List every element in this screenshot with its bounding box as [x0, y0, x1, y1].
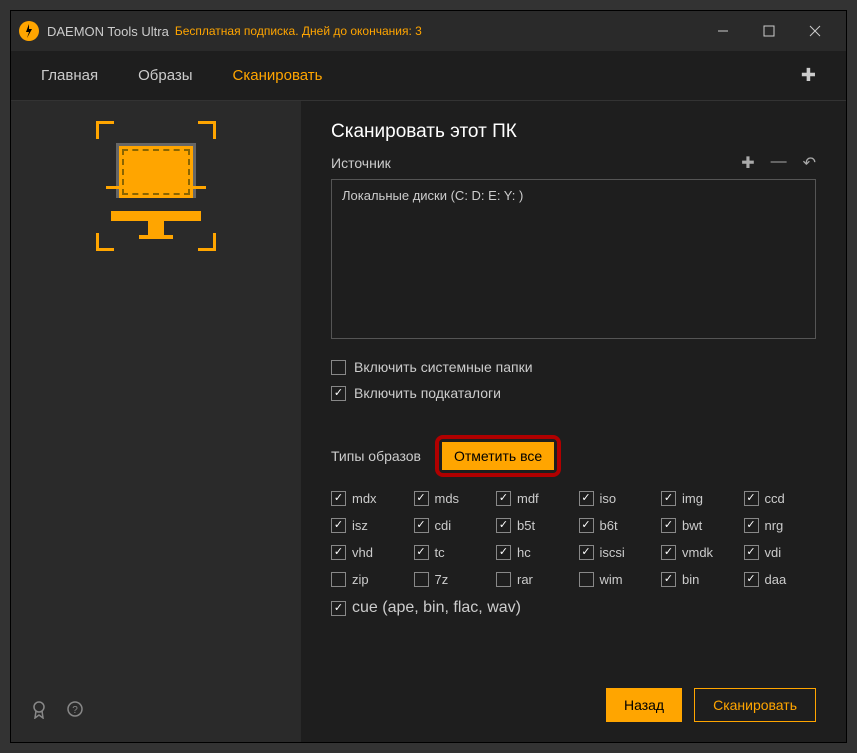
checkbox-7z[interactable] [414, 572, 429, 587]
source-item[interactable]: Локальные диски (C: D: E: Y: ) [342, 188, 805, 203]
type-vhd: vhd [331, 545, 404, 560]
checkbox-ccd[interactable] [744, 491, 759, 506]
undo-source-icon[interactable]: ↶ [803, 153, 816, 173]
include-subdirs-label: Включить подкаталоги [354, 385, 501, 401]
type-bwt: bwt [661, 518, 734, 533]
type-b6t: b6t [579, 518, 652, 533]
type-cdi: cdi [414, 518, 487, 533]
app-logo-icon [19, 21, 39, 41]
type-iso: iso [579, 491, 652, 506]
types-label: Типы образов [331, 448, 421, 464]
sidebar-footer: ? [11, 683, 301, 742]
checkbox-zip[interactable] [331, 572, 346, 587]
checkbox-bwt[interactable] [661, 518, 676, 533]
minimize-button[interactable] [700, 11, 746, 51]
types-header: Типы образов Отметить все [331, 435, 816, 477]
svg-text:?: ? [72, 705, 78, 716]
type-wim: wim [579, 572, 652, 587]
type-tc: tc [414, 545, 487, 560]
scan-pc-icon [76, 121, 236, 251]
remove-source-icon[interactable]: — [771, 153, 787, 173]
source-label: Источник [331, 155, 391, 171]
type-rar: rar [496, 572, 569, 587]
checkbox-isz[interactable] [331, 518, 346, 533]
back-button[interactable]: Назад [606, 688, 682, 722]
window-controls [700, 11, 838, 51]
checkbox-daa[interactable] [744, 572, 759, 587]
type-img: img [661, 491, 734, 506]
include-subdirs-checkbox[interactable] [331, 386, 346, 401]
checkbox-b5t[interactable] [496, 518, 511, 533]
tab-bar: Главная Образы Сканировать ✚ [11, 51, 846, 101]
checkbox-mdx[interactable] [331, 491, 346, 506]
page-title: Сканировать этот ПК [331, 121, 816, 143]
footer-actions: Назад Сканировать [331, 668, 816, 722]
type-7z: 7z [414, 572, 487, 587]
checkbox-mdf[interactable] [496, 491, 511, 506]
checkbox-rar[interactable] [496, 572, 511, 587]
checkbox-nrg[interactable] [744, 518, 759, 533]
tab-main[interactable]: Главная [41, 53, 98, 98]
type-hc: hc [496, 545, 569, 560]
type-isz: isz [331, 518, 404, 533]
add-tab-button[interactable]: ✚ [801, 65, 816, 86]
type-zip: zip [331, 572, 404, 587]
subscription-text: Бесплатная подписка. Дней до окончания: … [175, 24, 422, 38]
type-iscsi: iscsi [579, 545, 652, 560]
mark-all-button[interactable]: Отметить все [442, 442, 554, 470]
checkbox-vdi[interactable] [744, 545, 759, 560]
titlebar: DAEMON Tools Ultra Бесплатная подписка. … [11, 11, 846, 51]
checkbox-hc[interactable] [496, 545, 511, 560]
type-vmdk: vmdk [661, 545, 734, 560]
checkbox-cue[interactable] [331, 601, 346, 616]
source-actions: ✚ — ↶ [741, 153, 816, 173]
checkbox-mds[interactable] [414, 491, 429, 506]
body: ? Сканировать этот ПК Источник ✚ — ↶ Лок… [11, 101, 846, 742]
checkbox-vmdk[interactable] [661, 545, 676, 560]
app-window: DAEMON Tools Ultra Бесплатная подписка. … [10, 10, 847, 743]
cue-label: cue (ape, bin, flac, wav) [352, 599, 521, 617]
mark-all-highlight: Отметить все [435, 435, 561, 477]
sidebar: ? [11, 101, 301, 742]
checkbox-vhd[interactable] [331, 545, 346, 560]
tab-images[interactable]: Образы [138, 53, 192, 98]
types-grid: mdx mds mdf iso img ccd isz cdi b5t b6t … [331, 491, 816, 587]
app-title: DAEMON Tools Ultra [47, 24, 169, 39]
type-ccd: ccd [744, 491, 817, 506]
checkbox-iscsi[interactable] [579, 545, 594, 560]
type-mds: mds [414, 491, 487, 506]
type-mdf: mdf [496, 491, 569, 506]
tab-scan[interactable]: Сканировать [233, 53, 323, 98]
maximize-button[interactable] [746, 11, 792, 51]
type-nrg: nrg [744, 518, 817, 533]
source-list[interactable]: Локальные диски (C: D: E: Y: ) [331, 179, 816, 339]
type-b5t: b5t [496, 518, 569, 533]
badge-icon[interactable] [31, 701, 47, 724]
type-mdx: mdx [331, 491, 404, 506]
include-system-checkbox[interactable] [331, 360, 346, 375]
scan-button[interactable]: Сканировать [694, 688, 816, 722]
include-subdirs-row: Включить подкаталоги [331, 385, 816, 401]
close-button[interactable] [792, 11, 838, 51]
checkbox-b6t[interactable] [579, 518, 594, 533]
help-icon[interactable]: ? [67, 701, 83, 724]
type-cue: cue (ape, bin, flac, wav) [331, 599, 816, 617]
checkbox-cdi[interactable] [414, 518, 429, 533]
checkbox-bin[interactable] [661, 572, 676, 587]
type-vdi: vdi [744, 545, 817, 560]
checkbox-iso[interactable] [579, 491, 594, 506]
main-panel: Сканировать этот ПК Источник ✚ — ↶ Локал… [301, 101, 846, 742]
source-row: Источник ✚ — ↶ [331, 153, 816, 173]
type-bin: bin [661, 572, 734, 587]
checkbox-img[interactable] [661, 491, 676, 506]
include-system-row: Включить системные папки [331, 359, 816, 375]
add-source-icon[interactable]: ✚ [741, 153, 754, 173]
include-system-label: Включить системные папки [354, 359, 533, 375]
checkbox-tc[interactable] [414, 545, 429, 560]
type-daa: daa [744, 572, 817, 587]
checkbox-wim[interactable] [579, 572, 594, 587]
